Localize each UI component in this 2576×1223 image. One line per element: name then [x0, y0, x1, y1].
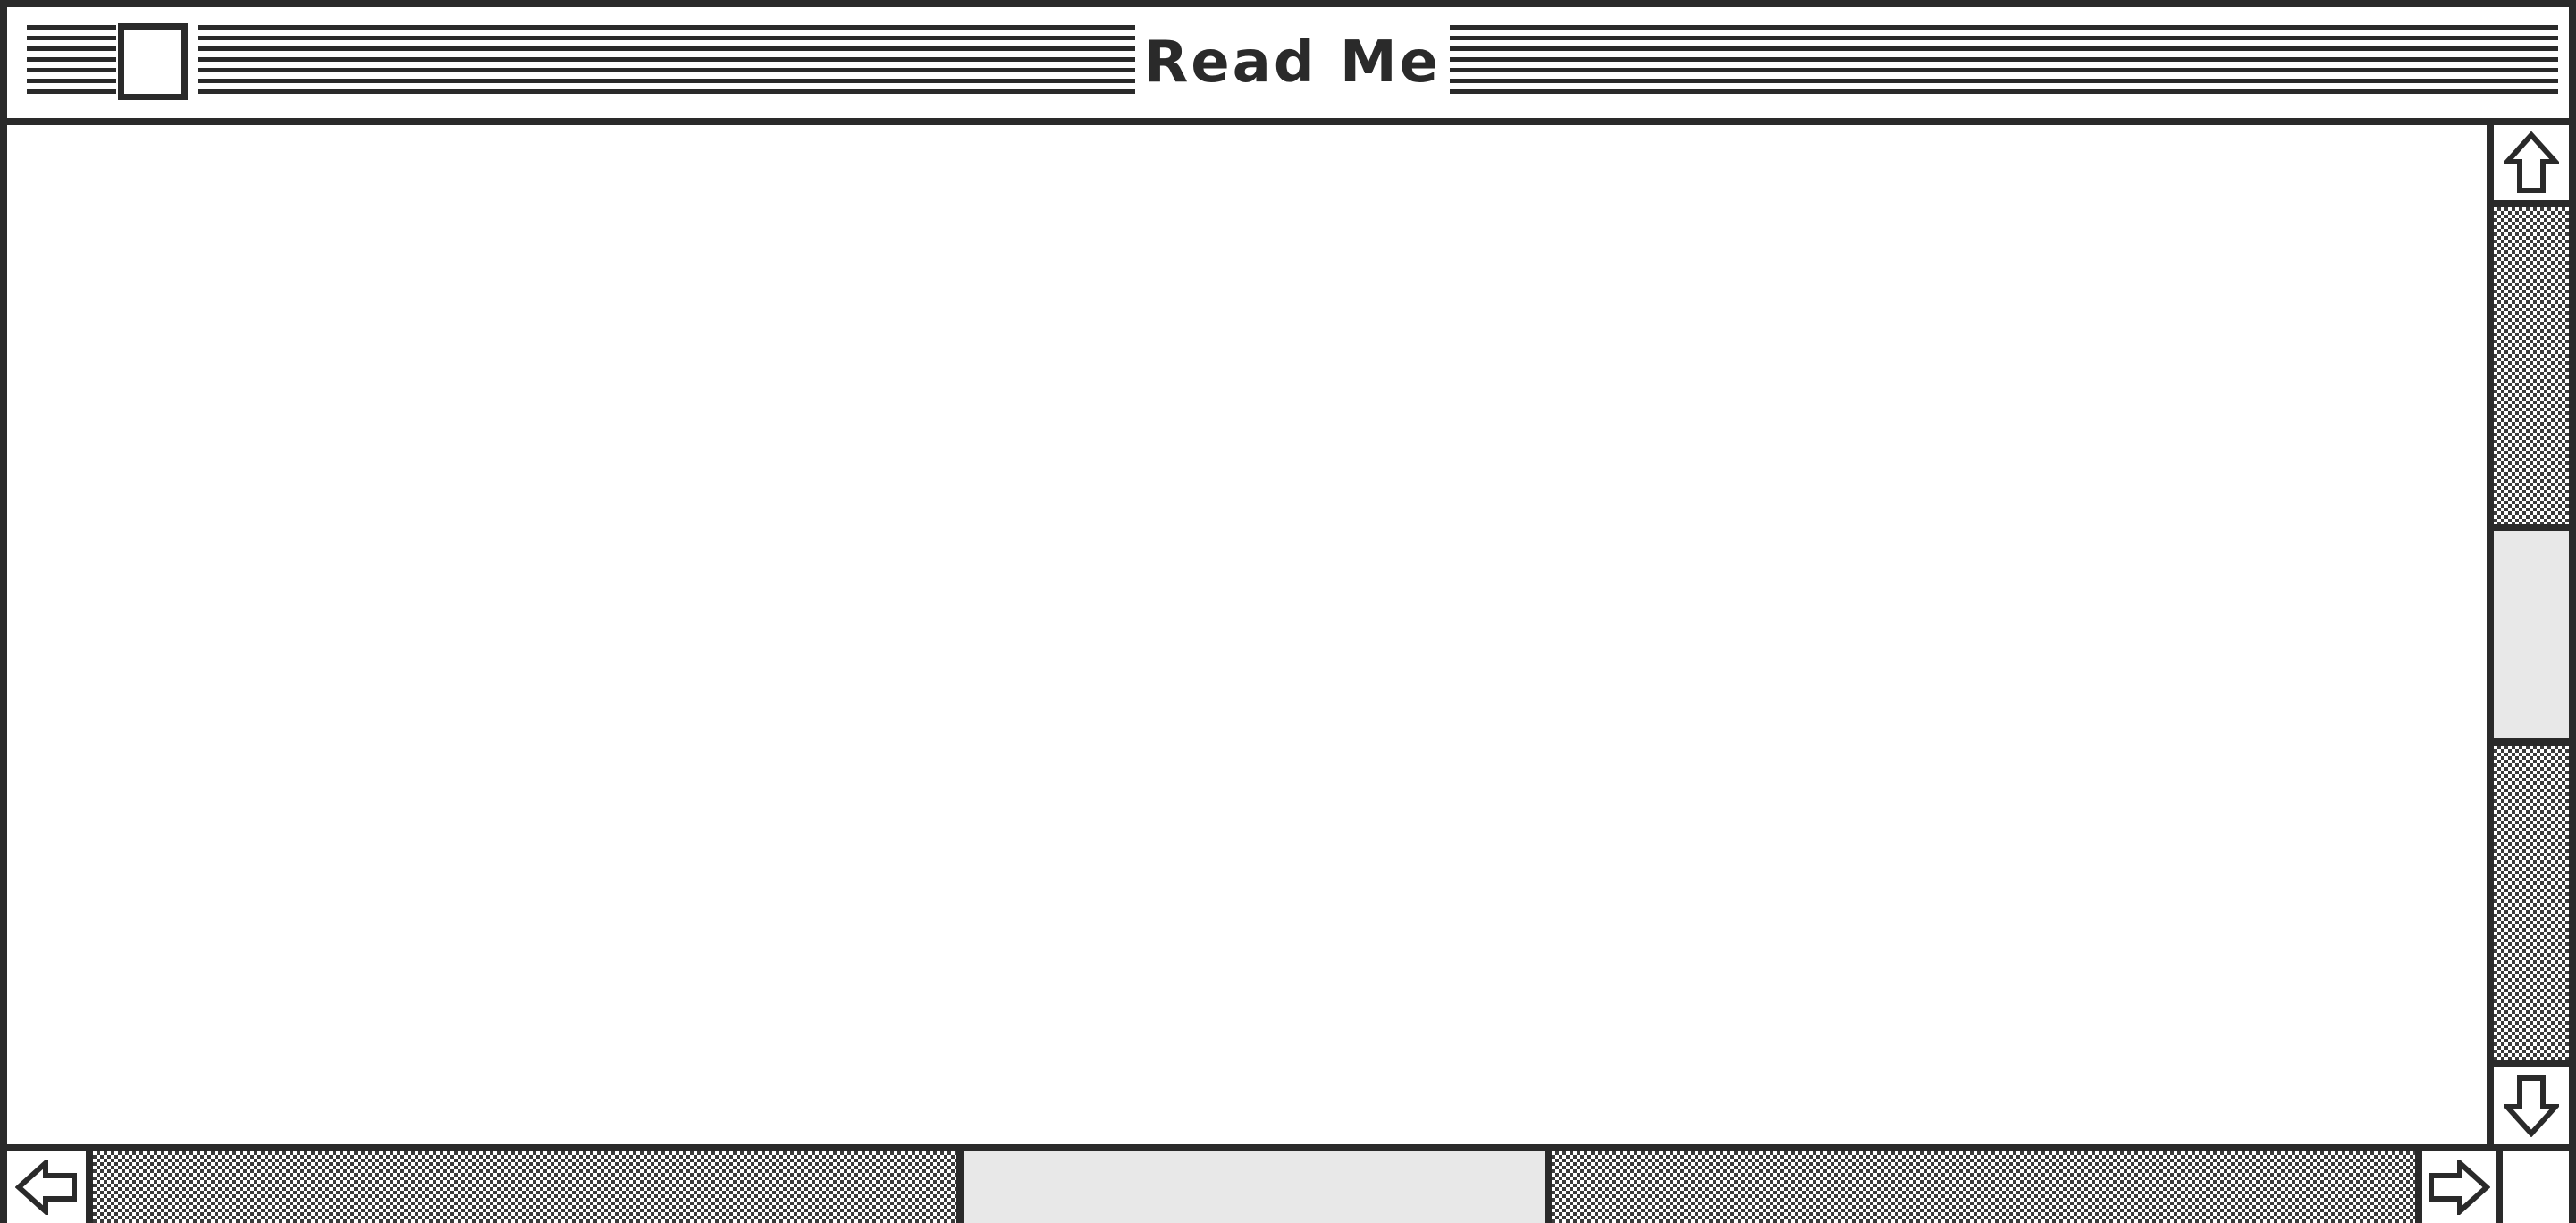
close-box-icon[interactable] [118, 23, 188, 100]
title-bar-stripes-right [1450, 25, 2558, 100]
size-box[interactable] [2503, 1151, 2569, 1223]
title-bar[interactable]: Read Me [7, 7, 2569, 125]
read-me-window: Read Me [0, 0, 2576, 1223]
horizontal-scroll-track-left[interactable] [93, 1151, 964, 1223]
horizontal-scrollbar[interactable] [7, 1144, 2569, 1223]
arrow-up-icon[interactable] [2494, 125, 2569, 207]
title-bar-stripes-middle [198, 25, 1135, 100]
horizontal-scroll-track-right[interactable] [1552, 1151, 2422, 1223]
document-content-area[interactable] [7, 125, 2487, 1144]
vertical-scroll-thumb[interactable] [2494, 531, 2569, 746]
arrow-left-icon[interactable] [7, 1151, 93, 1223]
arrow-down-icon[interactable] [2494, 1067, 2569, 1144]
vertical-scroll-track-upper[interactable] [2494, 207, 2569, 531]
window-title: Read Me [1135, 7, 1450, 118]
title-bar-stripes-left [27, 25, 116, 100]
horizontal-scroll-thumb[interactable] [964, 1151, 1552, 1223]
arrow-right-icon[interactable] [2422, 1151, 2503, 1223]
vertical-scrollbar[interactable] [2487, 125, 2569, 1144]
vertical-scroll-track-lower[interactable] [2494, 746, 2569, 1067]
